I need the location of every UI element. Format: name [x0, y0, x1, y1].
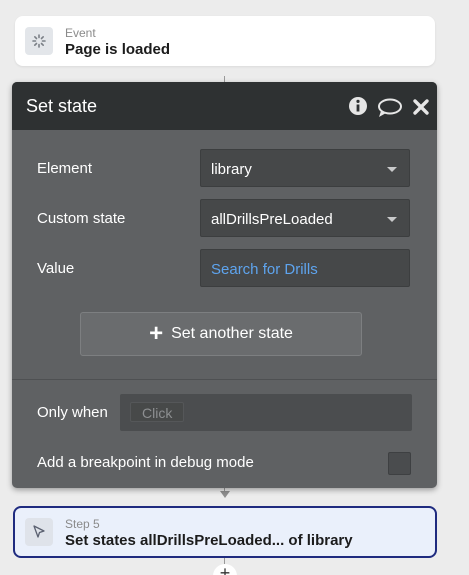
chevron-down-icon — [387, 217, 397, 222]
only-when-click-chip[interactable]: Click — [130, 402, 185, 422]
chevron-down-icon — [387, 167, 397, 172]
cursor-pointer-icon — [25, 518, 53, 546]
element-value: library — [211, 161, 252, 178]
loading-spinner-icon — [25, 27, 53, 55]
set-state-panel: Set state Element library Custom state a… — [12, 82, 437, 488]
only-when-field[interactable]: Click — [120, 394, 412, 431]
element-label: Element — [37, 160, 93, 177]
connector-arrow-icon — [220, 491, 230, 498]
breakpoint-checkbox[interactable] — [388, 452, 411, 475]
only-when-label: Only when — [37, 404, 108, 421]
custom-state-dropdown[interactable]: allDrillsPreLoaded — [200, 199, 410, 237]
panel-header: Set state — [12, 82, 437, 130]
element-dropdown[interactable]: library — [200, 149, 410, 187]
step-kind-label: Step 5 — [65, 517, 100, 531]
event-card[interactable]: Event Page is loaded — [15, 16, 435, 66]
comment-icon[interactable] — [377, 98, 403, 118]
add-step-plus-icon[interactable]: + — [213, 564, 237, 575]
custom-state-label: Custom state — [37, 210, 126, 227]
panel-title: Set state — [26, 96, 98, 116]
panel-divider — [12, 379, 437, 380]
set-another-state-label: Set another state — [171, 325, 293, 342]
plus-icon: + — [149, 320, 164, 347]
step-card[interactable]: Step 5 Set states allDrillsPreLoaded... … — [13, 506, 437, 558]
set-another-state-button[interactable]: + Set another state — [80, 312, 362, 356]
info-icon[interactable] — [348, 96, 368, 116]
value-label: Value — [37, 260, 75, 277]
custom-state-value: allDrillsPreLoaded — [211, 211, 333, 228]
close-icon[interactable] — [412, 98, 430, 116]
step-title: Set states allDrillsPreLoaded... of libr… — [65, 532, 353, 549]
event-title: Page is loaded — [65, 41, 171, 58]
value-expression-text[interactable]: Search for Drills — [211, 261, 318, 278]
value-expression-field[interactable]: Search for Drills — [200, 249, 410, 287]
breakpoint-label: Add a breakpoint in debug mode — [37, 454, 254, 471]
event-kind-label: Event — [65, 26, 96, 40]
